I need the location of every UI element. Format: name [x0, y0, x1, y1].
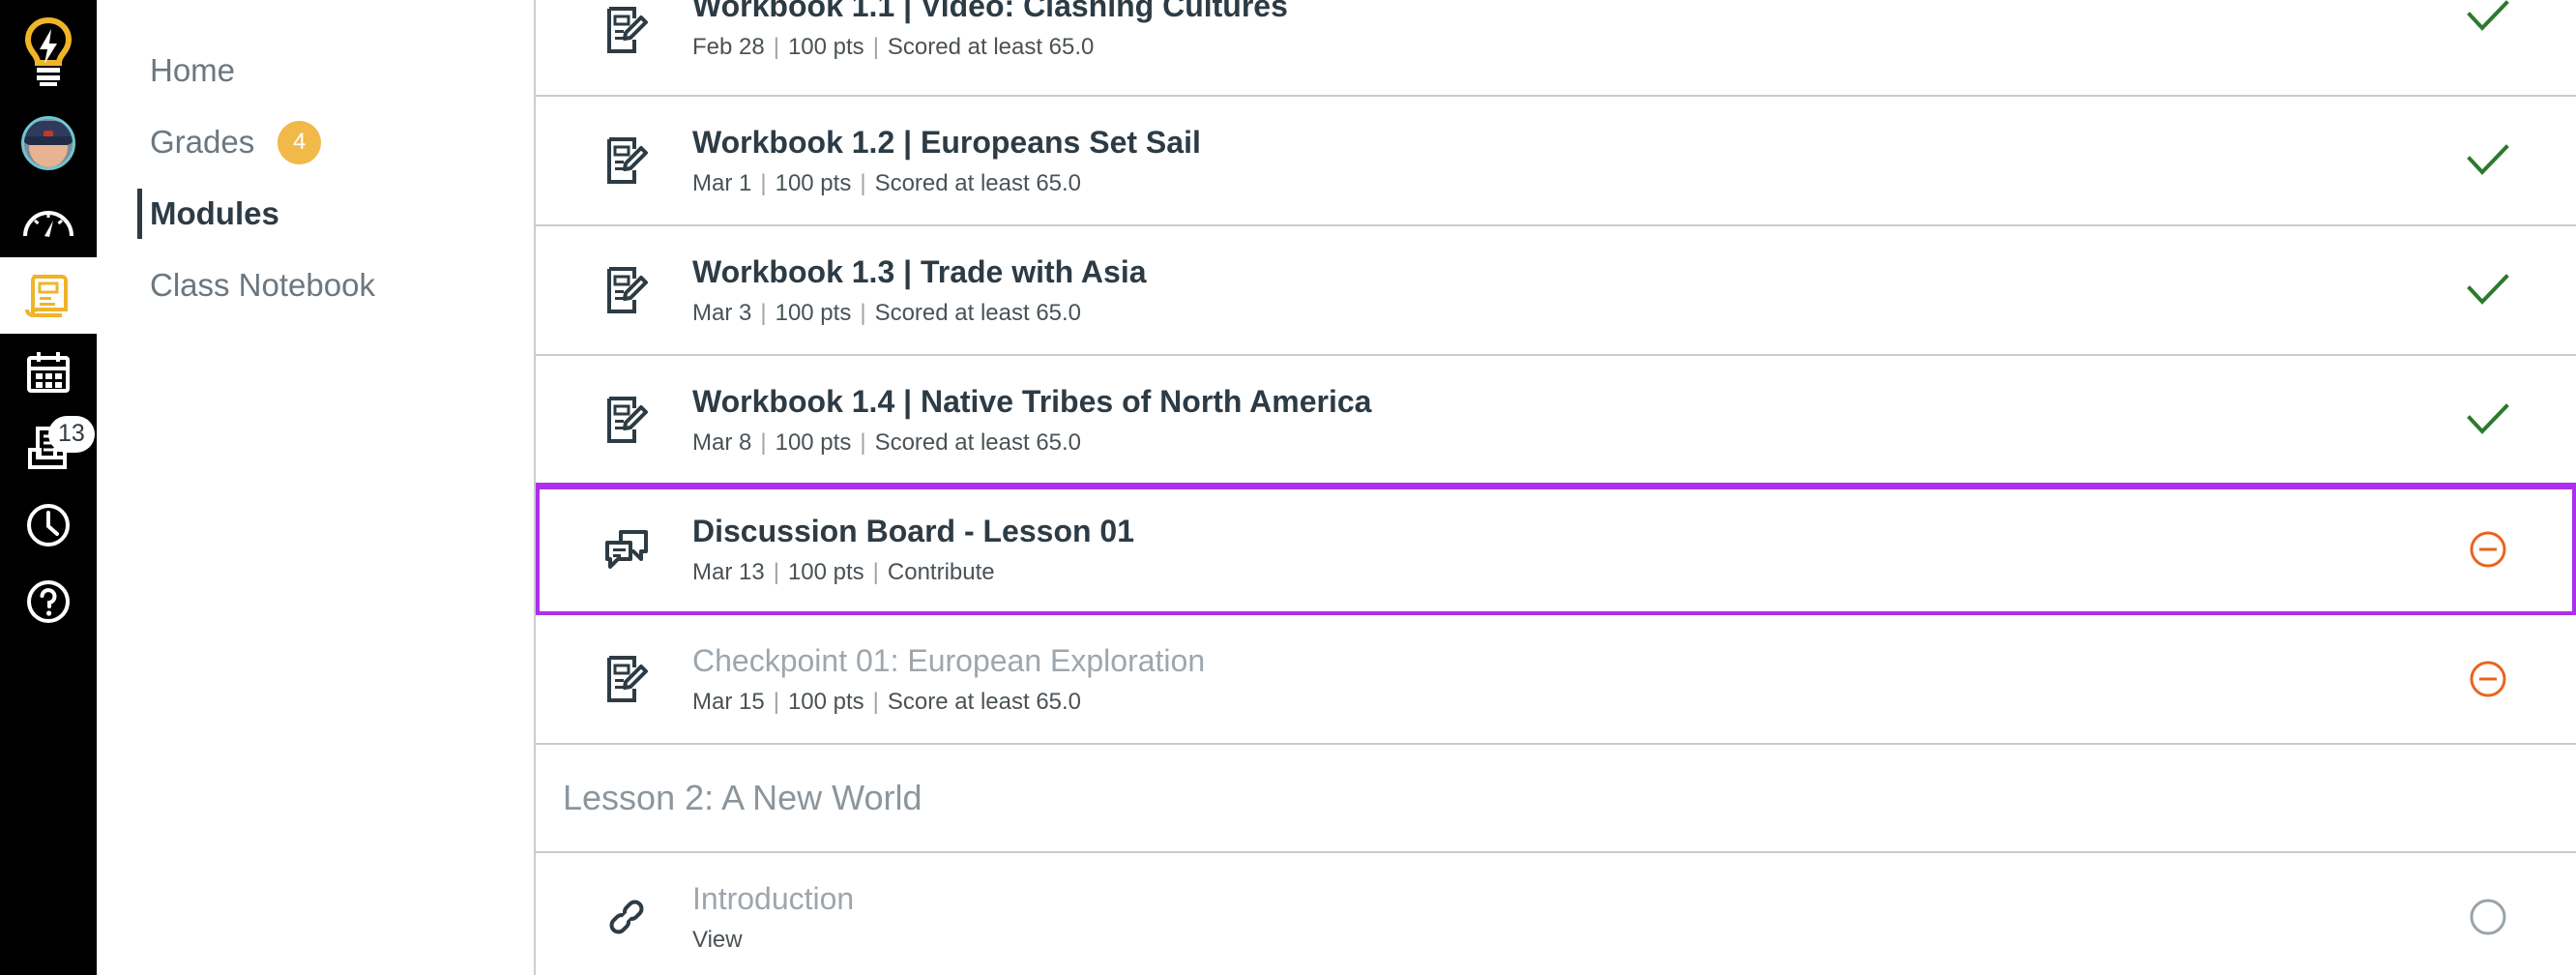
- table-row[interactable]: Workbook 1.4 | Native Tribes of North Am…: [536, 356, 2576, 486]
- module-header-title: Lesson 2: A New World: [563, 778, 922, 817]
- row-text: Workbook 1.4 | Native Tribes of North Am…: [692, 382, 2431, 458]
- modules-page: 13 Home Grades 4 Modules Class Notebook …: [0, 0, 2576, 975]
- history-clock-icon[interactable]: [0, 487, 97, 563]
- row-text: Checkpoint 01: European Exploration Mar …: [692, 641, 2431, 717]
- inbox-badge-count: 13: [48, 416, 95, 453]
- sidebar-item-class-notebook[interactable]: Class Notebook: [97, 250, 534, 321]
- sidebar-item-label: Modules: [150, 195, 279, 231]
- sidebar-item-label: Grades: [150, 124, 255, 160]
- table-row[interactable]: Checkpoint 01: European Exploration Mar …: [536, 615, 2576, 745]
- assignment-document-icon: [601, 136, 652, 185]
- sidebar-item-label: Class Notebook: [150, 267, 375, 303]
- sidebar-item-home[interactable]: Home: [97, 35, 534, 106]
- assignment-document-icon: [601, 266, 652, 314]
- row-text: Workbook 1.2 | Europeans Set Sail Mar 1 |…: [692, 123, 2431, 198]
- course-nav: Home Grades 4 Modules Class Notebook: [97, 0, 534, 975]
- row-text: Discussion Board - Lesson 01 Mar 13 | 100 …: [692, 512, 2431, 587]
- row-title[interactable]: Introduction: [692, 879, 2431, 918]
- assignment-document-icon: [601, 655, 652, 703]
- row-meta: View: [692, 927, 743, 954]
- assignment-document-icon: [601, 6, 652, 54]
- row-text: Workbook 1.1 | Video: Clashing Cultures …: [692, 0, 2431, 62]
- discussion-icon: [601, 527, 652, 572]
- courses-book-icon[interactable]: [0, 257, 97, 334]
- calendar-icon[interactable]: [0, 334, 97, 410]
- assignment-document-icon: [601, 396, 652, 444]
- row-meta: Mar 1 | 100 pts | Scored at least 65.0: [692, 170, 1082, 197]
- row-meta: Mar 15 | 100 pts | Score at least 65.0: [692, 689, 1082, 716]
- inbox-icon[interactable]: 13: [0, 410, 97, 487]
- external-link-icon: [601, 895, 652, 939]
- row-meta: Feb 28 | 100 pts | Scored at least 65.0: [692, 34, 1095, 60]
- minus-circle-icon[interactable]: [2454, 530, 2522, 569]
- check-icon[interactable]: [2454, 144, 2522, 177]
- lightbulb-logo-icon[interactable]: [0, 0, 97, 104]
- row-title[interactable]: Discussion Board - Lesson 01: [692, 512, 2431, 550]
- grades-badge-count: 4: [278, 120, 322, 164]
- table-row[interactable]: Workbook 1.2 | Europeans Set Sail Mar 1 |…: [536, 97, 2576, 226]
- table-row-highlighted[interactable]: Discussion Board - Lesson 01 Mar 13 | 100 …: [536, 483, 2576, 618]
- dashboard-gauge-icon[interactable]: [0, 181, 97, 257]
- table-row[interactable]: Workbook 1.1 | Video: Clashing Cultures …: [536, 0, 2576, 97]
- account-avatar[interactable]: [0, 104, 97, 181]
- sidebar-item-grades[interactable]: Grades 4: [97, 106, 534, 178]
- row-meta: Mar 13 | 100 pts | Contribute: [692, 559, 995, 586]
- empty-circle-icon[interactable]: [2454, 898, 2522, 936]
- row-title[interactable]: Workbook 1.3 | Trade with Asia: [692, 252, 2431, 291]
- sidebar-item-label: Home: [150, 52, 236, 88]
- module-header[interactable]: Lesson 2: A New World: [536, 745, 2576, 853]
- module-list: Workbook 1.1 | Video: Clashing Cultures …: [534, 0, 2576, 975]
- check-icon[interactable]: [2454, 0, 2522, 33]
- table-row[interactable]: Introduction View: [536, 853, 2576, 975]
- help-icon[interactable]: [0, 563, 97, 639]
- row-text: Workbook 1.3 | Trade with Asia Mar 3 | 100…: [692, 252, 2431, 328]
- global-nav-rail: 13: [0, 0, 97, 975]
- table-row[interactable]: Workbook 1.3 | Trade with Asia Mar 3 | 100…: [536, 226, 2576, 356]
- row-meta: Mar 3 | 100 pts | Scored at least 65.0: [692, 300, 1082, 327]
- row-title[interactable]: Workbook 1.2 | Europeans Set Sail: [692, 123, 2431, 162]
- row-text: Introduction View: [692, 879, 2431, 955]
- sidebar-item-modules[interactable]: Modules: [97, 178, 534, 250]
- avatar: [21, 115, 75, 170]
- row-title[interactable]: Workbook 1.4 | Native Tribes of North Am…: [692, 382, 2431, 421]
- row-meta: Mar 8 | 100 pts | Scored at least 65.0: [692, 429, 1082, 457]
- row-title[interactable]: Checkpoint 01: European Exploration: [692, 641, 2431, 680]
- check-icon[interactable]: [2454, 403, 2522, 436]
- row-title[interactable]: Workbook 1.1 | Video: Clashing Cultures: [692, 0, 2431, 25]
- minus-circle-icon[interactable]: [2454, 660, 2522, 698]
- check-icon[interactable]: [2454, 274, 2522, 307]
